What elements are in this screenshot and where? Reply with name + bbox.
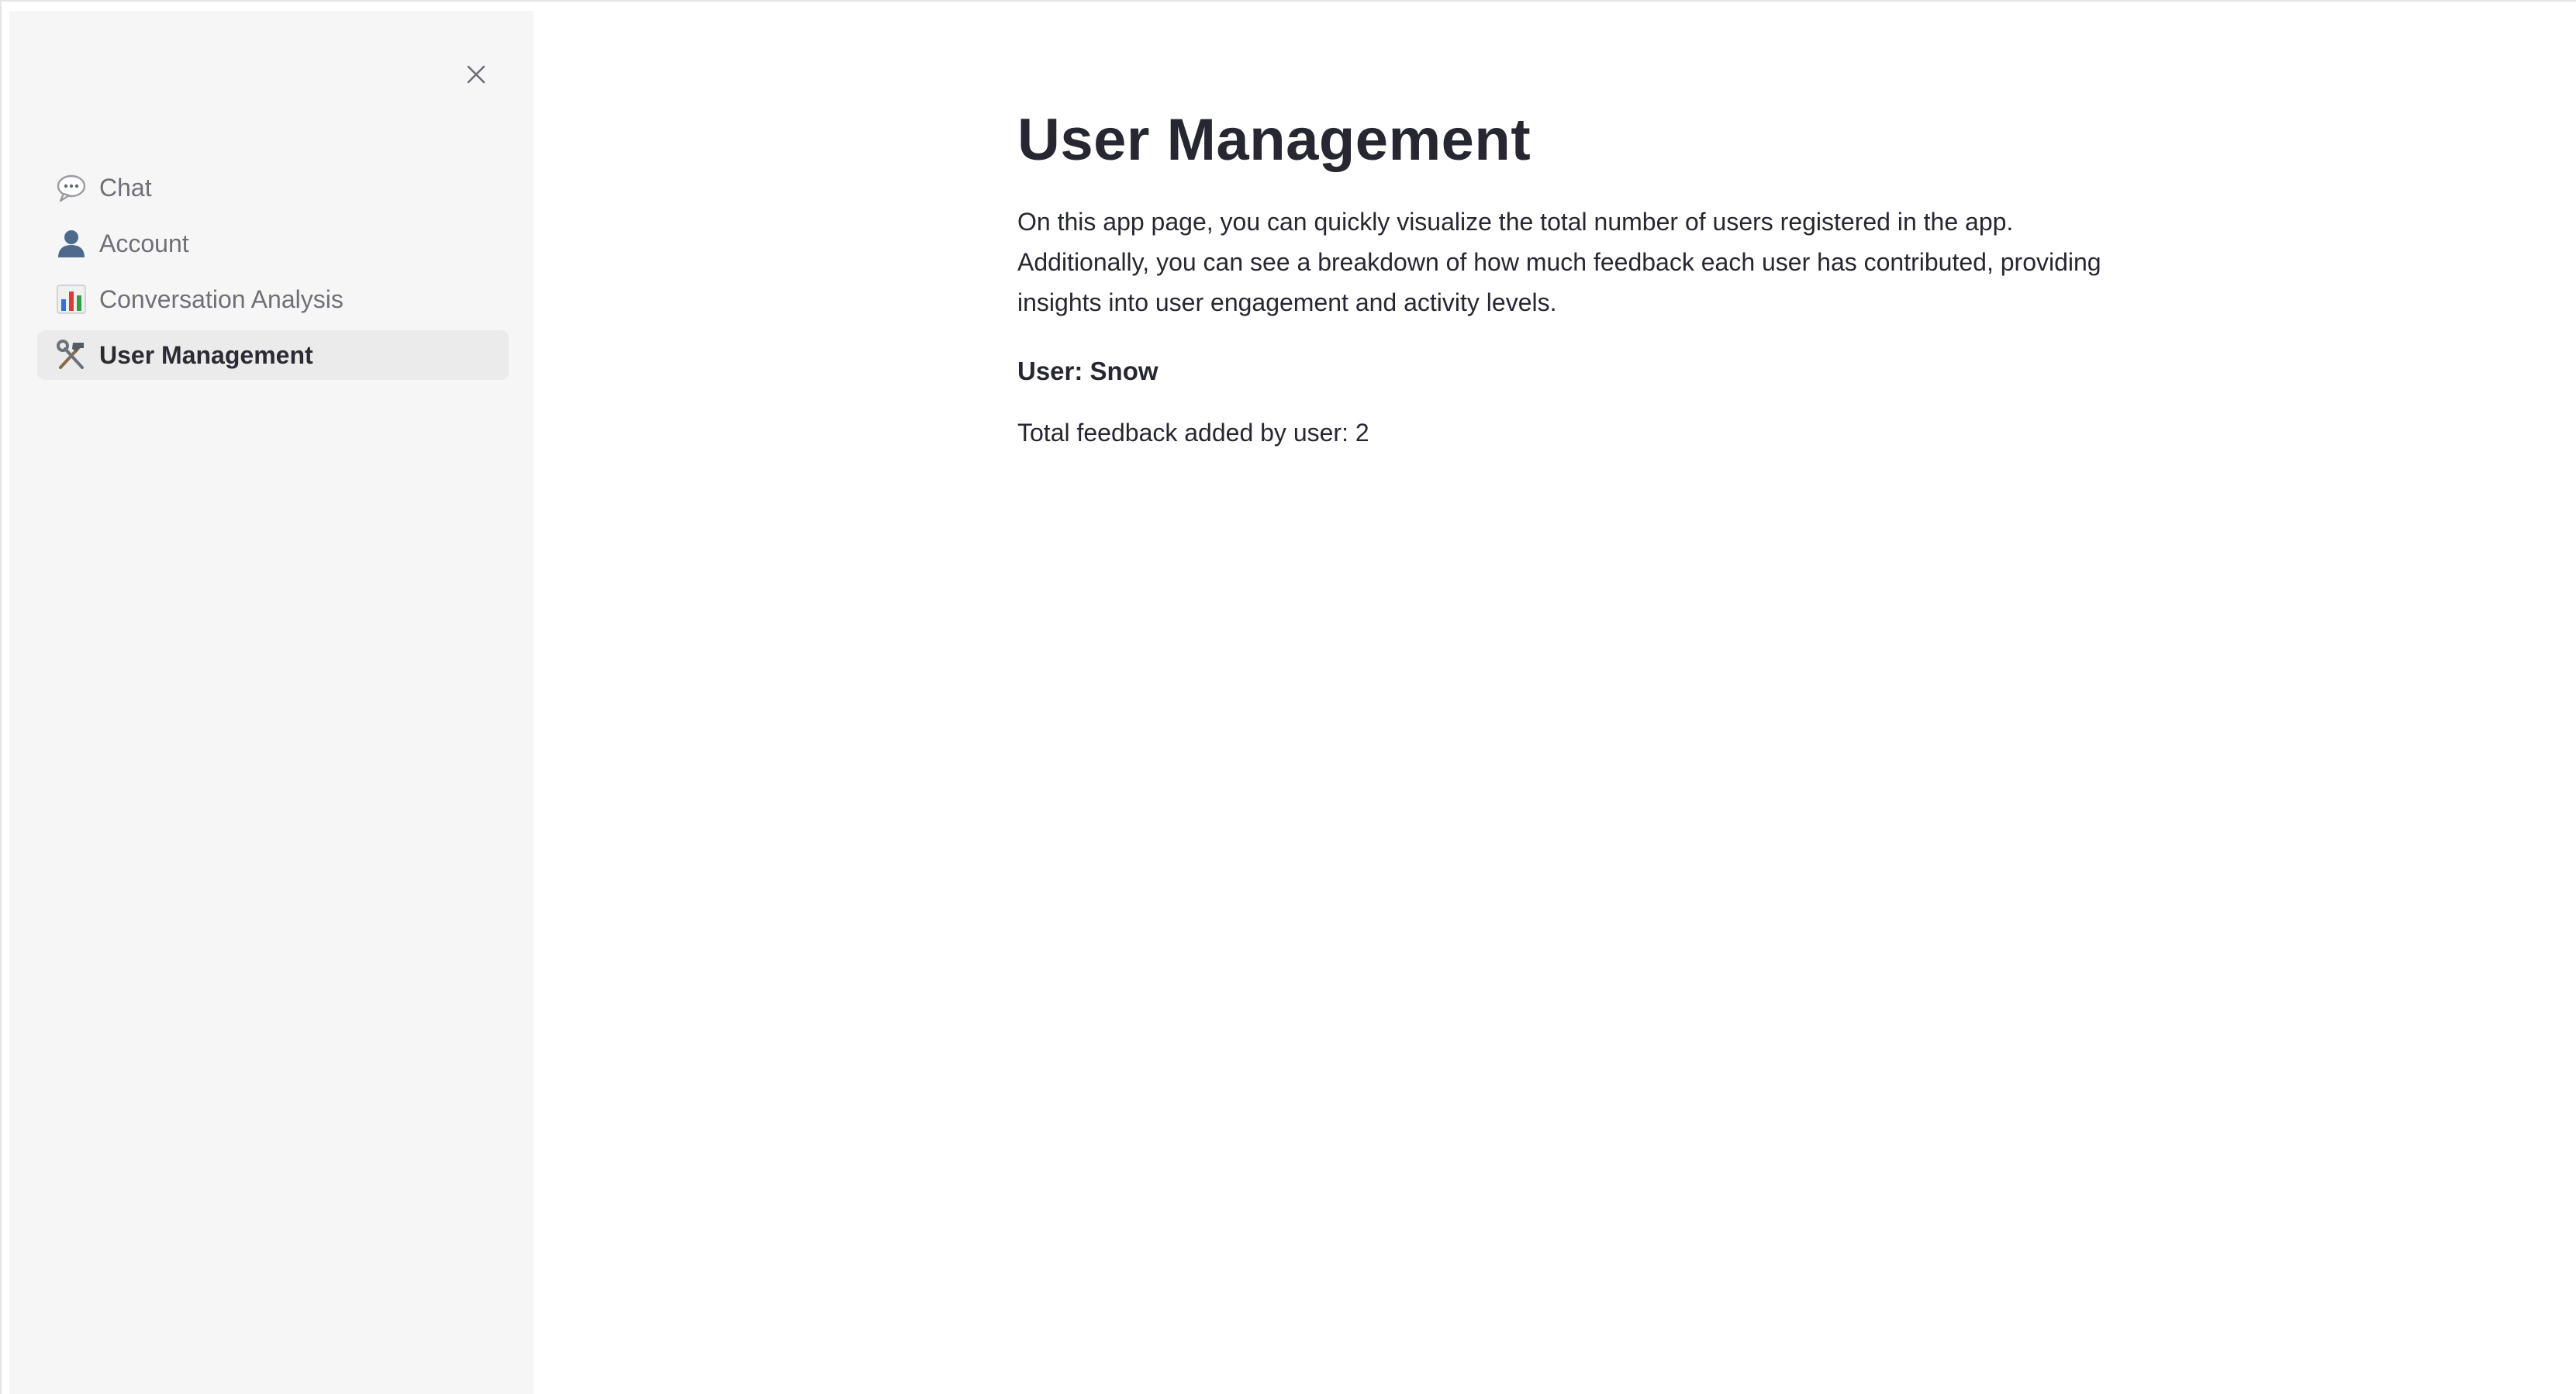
hammer-wrench-icon [54, 338, 88, 372]
user-silhouette-icon [54, 226, 88, 261]
sidebar-item-account[interactable]: Account [37, 219, 509, 268]
user-label: User: Snow [1017, 357, 1159, 386]
sidebar: Chat Account Conversation Analysis User … [9, 11, 534, 1394]
close-icon [467, 65, 485, 84]
page-description: On this app page, you can quickly visual… [1017, 208, 2101, 317]
sidebar-item-label: Account [99, 229, 189, 257]
sidebar-item-label: User Management [99, 340, 313, 369]
feedback-count-text: Total feedback added by user: 2 [1017, 419, 1369, 447]
sidebar-item-chat[interactable]: Chat [37, 163, 509, 212]
main-content: User Management On this app page, you ca… [1017, 106, 2118, 447]
app-window: Chat Account Conversation Analysis User … [0, 0, 2576, 1394]
close-sidebar-button[interactable] [453, 51, 499, 98]
sidebar-item-conversation-analysis[interactable]: Conversation Analysis [37, 274, 509, 324]
sidebar-item-label: Chat [99, 173, 152, 202]
sidebar-nav: Chat Account Conversation Analysis User … [37, 163, 509, 386]
speech-bubble-icon [54, 171, 88, 205]
page-title: User Management [1017, 107, 1531, 173]
sidebar-item-user-management[interactable]: User Management [37, 330, 509, 380]
sidebar-item-label: Conversation Analysis [99, 285, 344, 313]
bar-chart-icon [54, 282, 88, 316]
